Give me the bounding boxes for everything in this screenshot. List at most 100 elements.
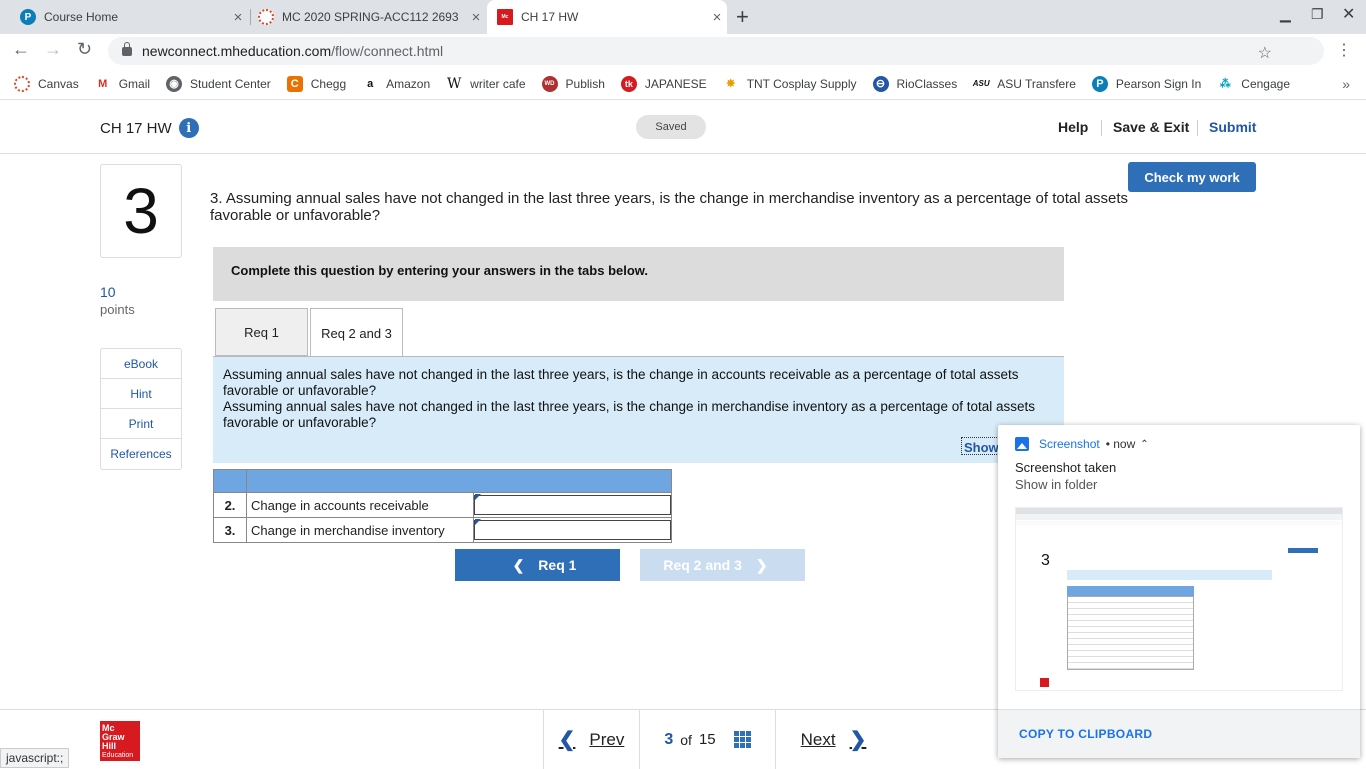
chevron-up-icon[interactable]: ⌃ [1140, 439, 1148, 450]
close-tab-icon[interactable]: × [707, 9, 727, 26]
bookmark-label: Canvas [38, 76, 79, 91]
info-icon[interactable]: i [178, 118, 199, 138]
forward-icon[interactable]: → [44, 39, 62, 60]
restore-icon[interactable]: ❐ [1311, 6, 1324, 23]
asu-icon: ASU [972, 79, 990, 88]
table-row: 3. Change in merchandise inventory [213, 517, 672, 543]
prev-req-button[interactable]: ❮ Req 1 [455, 549, 620, 581]
question-counter[interactable]: 3 of 15 [640, 731, 775, 749]
next-req-button[interactable]: Req 2 and 3 ❯ [640, 549, 805, 581]
answer-input-accounts-receivable[interactable] [474, 495, 671, 515]
bookmark-label: Student Center [190, 76, 271, 91]
back-icon[interactable]: ← [12, 39, 30, 60]
assignment-header: CH 17 HW i Saved Help Save & Exit Submit [0, 100, 1366, 154]
requirement-prompt: Assuming annual sales have not changed i… [213, 356, 1064, 463]
ebook-link[interactable]: eBook [101, 349, 181, 379]
bookmark-gmail[interactable]: M Gmail [95, 76, 150, 92]
row-label: Change in accounts receivable [246, 492, 474, 518]
bookmark-chegg[interactable]: C Chegg [286, 75, 346, 92]
show-in-folder-link[interactable]: Show in folder [1015, 477, 1097, 492]
notification-actions: COPY TO CLIPBOARD [998, 709, 1360, 758]
grid-icon[interactable] [733, 731, 751, 748]
bookmark-label: Publish [565, 76, 605, 91]
table-header-row [213, 469, 672, 493]
prev-question-button[interactable]: ❮ Prev [544, 727, 639, 752]
pearson-icon: P [20, 9, 36, 25]
print-link[interactable]: Print [101, 409, 181, 439]
copy-to-clipboard-button[interactable]: COPY TO CLIPBOARD [1019, 727, 1152, 741]
bookmark-label: writer cafe [470, 76, 526, 91]
assignment-title: CH 17 HW [100, 119, 172, 137]
thumb-bookmarks [1016, 521, 1342, 525]
bookmark-japanese[interactable]: tk JAPANESE [620, 75, 707, 92]
bookmark-star-icon[interactable]: ☆ [1258, 43, 1272, 63]
address-bar[interactable]: newconnect.mheducation.com/flow/connect.… [108, 37, 1324, 65]
tab-title: Course Home [44, 10, 119, 24]
cengage-icon: ⁂ [1219, 78, 1231, 90]
bookmark-writer-cafe[interactable]: Wwriter cafe [446, 76, 526, 92]
bookmark-canvas[interactable]: Canvas [14, 75, 79, 92]
dropdown-flag-icon [475, 519, 481, 525]
more-bookmarks-icon[interactable]: » [1342, 76, 1350, 92]
bookmark-amazon[interactable]: a Amazon [362, 76, 430, 92]
bookmark-label: JAPANESE [644, 76, 707, 91]
save-exit-button[interactable]: Save & Exit [1113, 119, 1189, 135]
tk-icon: tk [620, 75, 637, 92]
canvas-icon [258, 9, 274, 25]
notification-time: • now [1105, 437, 1136, 451]
reload-icon[interactable]: ↻ [77, 39, 92, 60]
show-link[interactable]: Show [961, 437, 1001, 455]
help-button[interactable]: Help [1058, 119, 1088, 135]
image-icon [1015, 437, 1029, 451]
chevron-right-icon: ❯ [849, 729, 867, 751]
resource-links: eBook Hint Print References [100, 348, 182, 470]
submit-button[interactable]: Submit [1209, 119, 1256, 135]
assignment-title-wrap: CH 17 HW i [100, 118, 199, 138]
question-pager: ❮ Prev 3 of 15 Next ❯ [543, 710, 893, 769]
references-link[interactable]: References [101, 439, 181, 469]
bookmark-asu-transfere[interactable]: ASU ASU Transfere [973, 76, 1076, 92]
bookmark-rioclasses[interactable]: ⊖ RioClasses [872, 75, 958, 92]
browser-menu-icon[interactable]: ⋮ [1336, 40, 1352, 60]
bookmark-publish[interactable]: WD Publish [541, 75, 605, 92]
close-window-icon[interactable]: ✕ [1342, 4, 1355, 24]
tab-ch17-hw[interactable]: Mc CH 17 HW × [487, 0, 727, 34]
thumb-table-header [1067, 586, 1194, 596]
check-my-work-button[interactable]: Check my work [1128, 162, 1256, 192]
globe-icon: ◉ [166, 75, 183, 92]
next-question-button[interactable]: Next ❯ [776, 727, 891, 752]
bookmark-student-center[interactable]: ◉ Student Center [166, 75, 271, 92]
bookmark-cengage[interactable]: ⁂ Cengage [1217, 76, 1290, 92]
hint-link[interactable]: Hint [101, 379, 181, 409]
divider [1197, 120, 1198, 136]
answer-cell [473, 492, 672, 518]
screenshot-thumbnail[interactable]: 3 [1015, 507, 1343, 691]
tab-divider [250, 9, 251, 25]
tab-title: MC 2020 SPRING-ACC112 2693 [282, 10, 459, 24]
close-tab-icon[interactable]: × [228, 9, 248, 26]
rio-icon: ⊖ [872, 75, 889, 92]
tab-course-home[interactable]: P Course Home × [12, 0, 248, 34]
bookmark-label: Pearson Sign In [1115, 76, 1202, 91]
bookmark-pearson-sign-in[interactable]: P Pearson Sign In [1091, 75, 1202, 92]
answer-input-merchandise-inventory[interactable] [474, 520, 671, 540]
bookmark-label: RioClasses [896, 76, 958, 91]
tab-req-2-and-3[interactable]: Req 2 and 3 [310, 308, 403, 357]
notification-header: Screenshot • now ⌃ [1015, 437, 1149, 451]
bookmark-label: Amazon [386, 76, 431, 91]
screenshot-notification: Screenshot • now ⌃ Screenshot taken Show… [998, 425, 1360, 758]
row-number: 2. [213, 492, 247, 518]
new-tab-button[interactable]: + [736, 4, 749, 30]
minimize-icon[interactable]: ▁ [1280, 6, 1291, 23]
close-tab-icon[interactable]: × [466, 9, 486, 26]
prompt-accounts-receivable: Assuming annual sales have not changed i… [223, 367, 1019, 398]
bookmark-tnt-cosplay[interactable]: ✸ TNT Cosplay Supply [723, 76, 856, 92]
current-question: 3 [664, 730, 674, 748]
lock-icon [122, 41, 132, 56]
of-label: of [680, 731, 692, 748]
status-bar: javascript:; [0, 748, 70, 768]
thumb-table [1067, 596, 1194, 670]
tab-acc112[interactable]: MC 2020 SPRING-ACC112 2693 × [252, 0, 486, 34]
tab-req-1[interactable]: Req 1 [215, 308, 308, 356]
question-number: 3 [100, 164, 182, 258]
